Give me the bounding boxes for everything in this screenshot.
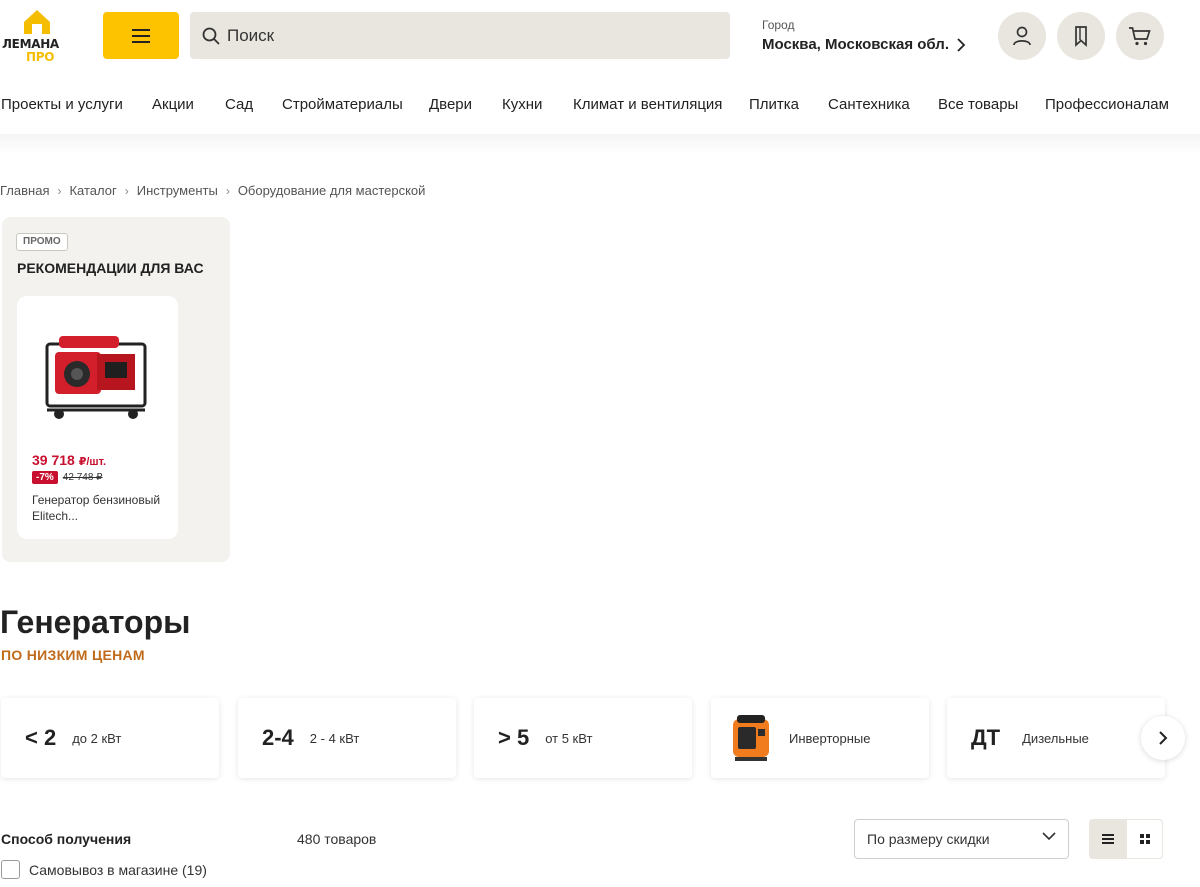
page-title: Генераторы	[0, 604, 191, 640]
carousel-next-button[interactable]	[1141, 716, 1185, 760]
nav-item-doors[interactable]: Двери	[429, 96, 472, 113]
product-price-unit: ₽/шт.	[78, 456, 107, 468]
search-icon	[202, 27, 220, 45]
generator-product-image	[45, 336, 147, 419]
tile-inverter[interactable]: Инверторные	[711, 698, 929, 778]
chevron-down-icon	[1042, 832, 1056, 841]
logo-text-line2: ПРО	[26, 50, 55, 64]
tile-2-4kw[interactable]: 2-4 2 - 4 кВт	[238, 698, 456, 778]
chevron-right-icon	[1159, 731, 1168, 745]
pickup-label[interactable]: Самовывоз в магазине (19)	[29, 862, 207, 878]
results-count: 480 товаров	[297, 831, 377, 847]
city-value-row: Москва, Московская обл.	[762, 36, 966, 53]
old-price: 42 748 ₽	[62, 472, 103, 483]
list-icon	[1101, 834, 1114, 844]
logo[interactable]: ЛЕМАНА ПРО	[0, 8, 74, 66]
product-name: Генератор бензиновый Elitech...	[32, 493, 161, 523]
tile-over-5kw[interactable]: > 5 от 5 кВт	[474, 698, 692, 778]
tile-big-label: > 5	[498, 725, 530, 750]
tile-small-label: от 5 кВт	[545, 730, 593, 746]
breadcrumb-item-workshop[interactable]: Оборудование для мастерской	[238, 183, 426, 198]
nav-item-plumbing[interactable]: Сантехника	[828, 96, 910, 113]
chevron-right-icon: ›	[225, 183, 230, 198]
page-subtitle: ПО НИЗКИМ ЦЕНАМ	[1, 647, 145, 663]
view-toggle	[1089, 819, 1163, 859]
bookmark-icon	[1075, 26, 1087, 47]
chevron-right-icon: ›	[57, 183, 62, 198]
list-view-button[interactable]	[1089, 819, 1126, 859]
chevron-right-icon: ›	[124, 183, 129, 198]
product-card[interactable]: 39 718 ₽/шт. -7% 42 748 ₽ Генератор бенз…	[17, 296, 178, 539]
discount-badge: -7%	[32, 471, 58, 484]
city-label: Город	[762, 18, 795, 32]
tile-under-2kw[interactable]: < 2 до 2 кВт	[1, 698, 219, 778]
nav-item-climate[interactable]: Климат и вентиляция	[573, 96, 722, 113]
nav-item-tiles[interactable]: Плитка	[749, 96, 799, 113]
profile-button[interactable]	[998, 12, 1046, 60]
tile-small-label: 2 - 4 кВт	[309, 730, 360, 746]
nav-divider	[0, 134, 1200, 154]
tile-small-label: Инверторные	[789, 730, 871, 746]
promo-recommendations: ПРОМО РЕКОМЕНДАЦИИ ДЛЯ ВАС 39 718 ₽/шт. …	[2, 217, 230, 562]
tile-big-label: ДТ	[971, 725, 1001, 750]
header: ЛЕМАНА ПРО Город Москва, Московская обл.	[0, 0, 1200, 72]
breadcrumb: Главная › Каталог › Инструменты › Оборуд…	[0, 183, 425, 198]
breadcrumb-item-home[interactable]: Главная	[0, 183, 49, 198]
promo-title: РЕКОМЕНДАЦИИ ДЛЯ ВАС	[17, 260, 204, 276]
hamburger-icon	[132, 28, 150, 43]
breadcrumb-item-catalog[interactable]: Каталог	[69, 183, 116, 198]
grid-icon	[1139, 834, 1150, 844]
favorites-button[interactable]	[1057, 12, 1105, 60]
filter-delivery-title: Способ получения	[1, 831, 132, 847]
nav-item-professionals[interactable]: Профессионалам	[1045, 96, 1169, 113]
search-input[interactable]	[227, 25, 707, 46]
chevron-right-icon	[957, 37, 966, 52]
catalog-menu-button[interactable]	[103, 12, 179, 59]
tile-big-label: 2-4	[262, 725, 294, 750]
city-value: Москва, Московская обл.	[762, 36, 949, 53]
tile-small-label: Дизельные	[1022, 730, 1089, 746]
cart-button[interactable]	[1116, 12, 1164, 60]
discount-row: -7% 42 748 ₽	[32, 471, 103, 484]
grid-view-button[interactable]	[1126, 819, 1163, 859]
city-selector[interactable]: Город Москва, Московская обл.	[762, 18, 966, 53]
tile-big-label: < 2	[25, 725, 57, 750]
nav-item-kitchens[interactable]: Кухни	[502, 96, 542, 113]
pickup-checkbox[interactable]	[1, 860, 20, 879]
sort-select[interactable]: По размеру скидки	[854, 819, 1069, 859]
main-nav: Проекты и услуги Акции Сад Стройматериал…	[0, 96, 1200, 116]
promo-badge: ПРОМО	[16, 233, 68, 251]
logo-text-line1: ЛЕМАНА	[2, 37, 59, 51]
inverter-generator-image	[733, 715, 769, 761]
cart-icon	[1129, 27, 1151, 46]
nav-item-building-materials[interactable]: Стройматериалы	[282, 96, 403, 113]
nav-item-projects[interactable]: Проекты и услуги	[1, 96, 123, 113]
nav-item-promotions[interactable]: Акции	[152, 96, 194, 113]
user-icon	[1013, 26, 1031, 46]
tile-diesel[interactable]: ДТ Дизельные	[947, 698, 1165, 778]
sort-selected-value: По размеру скидки	[867, 831, 990, 847]
filter-pickup-row: Самовывоз в магазине (19)	[1, 860, 207, 879]
product-price-value: 39 718	[32, 452, 75, 468]
tile-small-label: до 2 кВт	[72, 730, 122, 746]
search-bar	[190, 12, 730, 59]
nav-item-garden[interactable]: Сад	[225, 96, 253, 113]
product-price: 39 718 ₽/шт.	[32, 452, 106, 468]
nav-item-all-products[interactable]: Все товары	[938, 96, 1018, 113]
breadcrumb-item-tools[interactable]: Инструменты	[137, 183, 218, 198]
